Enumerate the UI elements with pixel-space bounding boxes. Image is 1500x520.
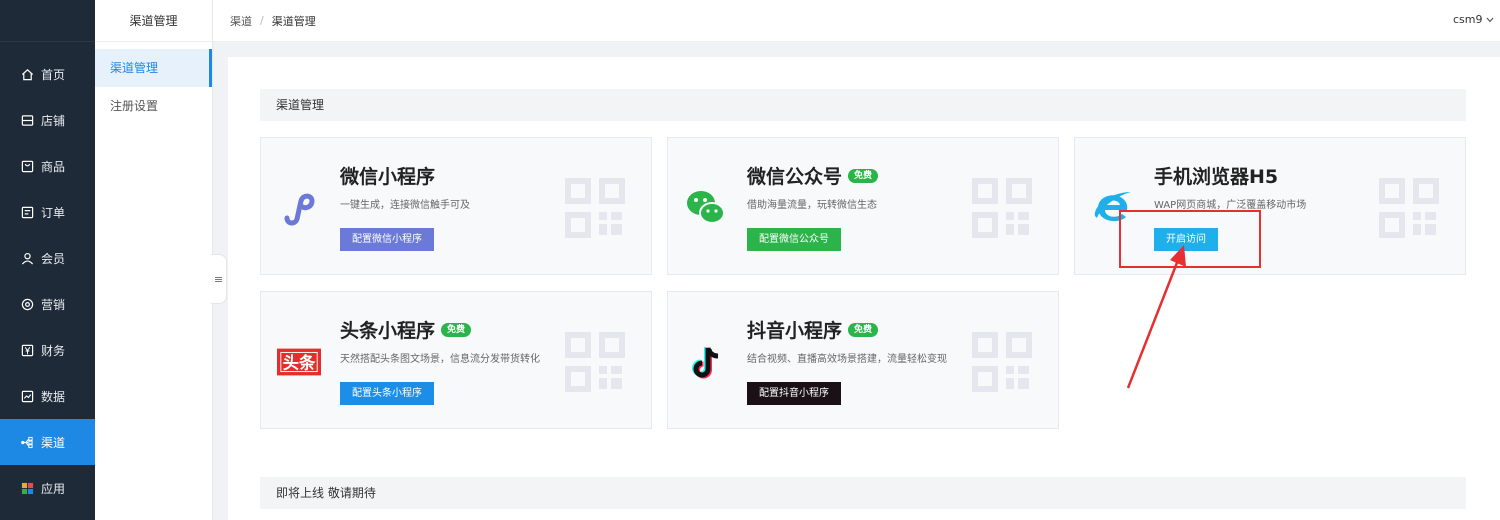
configure-wechat-official-account-button[interactable]: 配置微信公众号 (747, 228, 841, 251)
marketing-icon (20, 297, 34, 311)
nav-item-label: 首页 (41, 67, 66, 82)
free-badge: 免费 (848, 322, 879, 337)
subnav-item-registration-settings[interactable]: 注册设置 (95, 87, 212, 125)
nav-item-apps[interactable]: 应用 (0, 465, 95, 511)
user-name: csm9 (1453, 13, 1483, 26)
nav-item-marketing[interactable]: 营销 (0, 281, 95, 327)
logo-area (0, 0, 95, 42)
breadcrumb-current: 渠道管理 (271, 14, 316, 28)
annotation-highlight-box (1119, 210, 1261, 268)
card-douyin-miniprogram: 抖音小程序 免费 结合视频、直播高效场景搭建，流量轻松变现 配置抖音小程序 (667, 291, 1059, 429)
shop-icon (20, 113, 34, 127)
data-icon (20, 389, 34, 403)
nav-item-finance[interactable]: 财务 (0, 327, 95, 373)
nav-item-label: 会员 (41, 251, 66, 266)
main-nav: 首页 店铺 商品 订单 会员 营销 财务 数据 渠道 应用 (0, 0, 95, 520)
nav-item-data[interactable]: 数据 (0, 373, 95, 419)
nav-item-label: 数据 (41, 389, 66, 404)
main-panel: 渠道管理 微信小程序 一键生成，连接微信触手可及 配置微信小程序 微信公众号 免费… (228, 57, 1500, 520)
configure-wechat-miniprogram-button[interactable]: 配置微信小程序 (340, 228, 434, 251)
free-badge: 免费 (848, 168, 879, 183)
nav-item-label: 渠道 (41, 435, 66, 450)
card-wechat-official-account: 微信公众号 免费 借助海量流量，玩转微信生态 配置微信公众号 (667, 137, 1059, 275)
wechat-logo-icon (684, 186, 728, 230)
card-title: 手机浏览器H5 (1154, 166, 1279, 188)
menu-icon: ≡ (213, 272, 224, 286)
nav-item-shop[interactable]: 店铺 (0, 97, 95, 143)
subnav-title: 渠道管理 (95, 0, 212, 42)
nav-item-label: 店铺 (41, 113, 66, 128)
nav-item-channel[interactable]: 渠道 (0, 419, 95, 465)
user-icon (20, 251, 34, 265)
qr-code-icon (972, 332, 1032, 392)
card-title: 头条小程序 免费 (340, 316, 472, 343)
svg-text:头条: 头条 (283, 354, 316, 373)
collapse-sidebar-handle[interactable]: ≡ (211, 254, 227, 304)
nav-item-label: 订单 (41, 205, 66, 220)
user-menu[interactable]: csm9 (1453, 13, 1494, 26)
card-description: 一键生成，连接微信触手可及 (340, 200, 470, 211)
wechat-miniprogram-logo-icon (277, 186, 321, 230)
qr-code-icon (565, 332, 625, 392)
nav-item-label: 营销 (41, 297, 66, 312)
card-title: 微信公众号 免费 (747, 162, 879, 189)
card-toutiao-miniprogram: 头条 头条小程序 免费 天然搭配头条图文场景，信息流分发带货转化 配置头条小程序 (260, 291, 652, 429)
qr-code-icon (1379, 178, 1439, 238)
card-wechat-miniprogram: 微信小程序 一键生成，连接微信触手可及 配置微信小程序 (260, 137, 652, 275)
nav-item-goods[interactable]: 商品 (0, 143, 95, 189)
goods-icon (20, 159, 34, 173)
sub-nav: 渠道管理 渠道管理 注册设置 (95, 0, 213, 520)
home-icon (20, 67, 34, 81)
free-badge: 免费 (441, 322, 472, 337)
breadcrumb-separator: / (260, 14, 264, 27)
nav-item-home[interactable]: 首页 (0, 51, 95, 97)
apps-icon (20, 481, 34, 495)
section-title-upcoming: 即将上线 敬请期待 (260, 477, 1466, 509)
card-description: 天然搭配头条图文场景，信息流分发带货转化 (340, 354, 540, 365)
nav-item-member[interactable]: 会员 (0, 235, 95, 281)
top-bar: 渠道 / 渠道管理 csm9 (213, 0, 1500, 42)
channel-icon (20, 435, 34, 449)
card-description: 结合视频、直播高效场景搭建，流量轻松变现 (747, 354, 947, 365)
nav-item-order[interactable]: 订单 (0, 189, 95, 235)
subnav-item-channel-management[interactable]: 渠道管理 (95, 49, 212, 87)
order-icon (20, 205, 34, 219)
card-title: 微信小程序 (340, 166, 436, 188)
card-description: 借助海量流量，玩转微信生态 (747, 200, 877, 211)
qr-code-icon (972, 178, 1032, 238)
douyin-logo-icon (684, 340, 728, 384)
card-description: WAP网页商城，广泛覆盖移动市场 (1154, 200, 1307, 211)
toutiao-logo-icon: 头条 (277, 340, 321, 384)
configure-toutiao-miniprogram-button[interactable]: 配置头条小程序 (340, 382, 434, 405)
card-title: 抖音小程序 免费 (747, 316, 879, 343)
nav-item-label: 商品 (41, 159, 66, 174)
qr-code-icon (565, 178, 625, 238)
breadcrumb-root[interactable]: 渠道 (230, 13, 252, 29)
finance-icon (20, 343, 34, 357)
chevron-down-icon (1486, 13, 1494, 26)
configure-douyin-miniprogram-button[interactable]: 配置抖音小程序 (747, 382, 841, 405)
nav-item-label: 应用 (41, 481, 66, 496)
nav-item-label: 财务 (41, 343, 66, 358)
section-title-channels: 渠道管理 (260, 89, 1466, 121)
